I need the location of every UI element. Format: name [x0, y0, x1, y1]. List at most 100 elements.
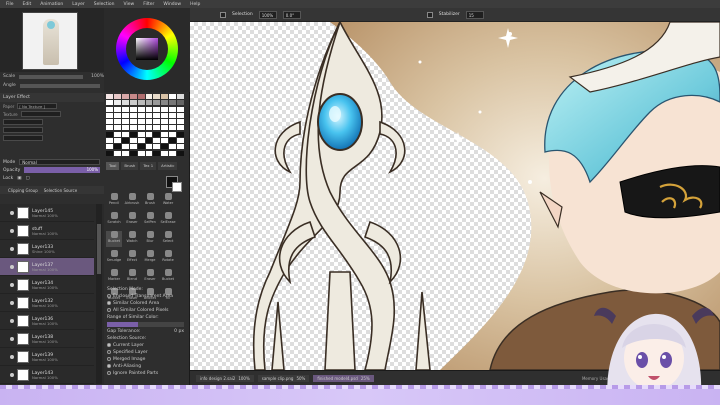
color-swatch[interactable]	[106, 125, 113, 131]
color-swatch[interactable]	[129, 119, 137, 125]
color-swatch[interactable]	[169, 94, 177, 99]
file-tab-1[interactable]: info design 2.sai2 100%	[196, 374, 254, 382]
color-swatches[interactable]	[106, 94, 184, 156]
tab-brush[interactable]: Brush	[121, 162, 139, 170]
layer-row[interactable]: Layer134 Normal 100%	[0, 276, 94, 294]
mode-option-similar[interactable]: Similar Colored Area	[106, 300, 188, 307]
color-swatch[interactable]	[161, 131, 169, 137]
tab-tool[interactable]: Tool	[106, 162, 120, 170]
color-swatch[interactable]	[121, 94, 129, 99]
menu-filter[interactable]: Filter	[143, 2, 154, 7]
color-swatch[interactable]	[106, 106, 113, 112]
color-swatch[interactable]	[137, 106, 145, 112]
tool-button[interactable]: Rotate	[160, 250, 176, 266]
selection-source-toggle[interactable]: Selection Source	[44, 188, 77, 193]
color-swatch[interactable]	[177, 94, 184, 99]
color-swatch[interactable]	[169, 131, 177, 137]
scale-slider[interactable]	[19, 74, 84, 79]
tool-button[interactable]: Brush	[142, 193, 158, 209]
color-swatch[interactable]	[106, 100, 113, 106]
color-swatch[interactable]	[121, 100, 129, 106]
tool-button[interactable]: Water	[160, 193, 176, 209]
color-swatch[interactable]	[169, 112, 177, 118]
tool-button[interactable]: Marker	[106, 269, 122, 285]
background-color[interactable]	[172, 182, 182, 192]
color-swatch[interactable]	[177, 125, 184, 131]
eye-icon[interactable]	[10, 354, 14, 359]
color-swatch[interactable]	[145, 119, 153, 125]
effect-field-4[interactable]	[3, 135, 43, 141]
color-swatch[interactable]	[137, 138, 145, 144]
color-swatch[interactable]	[161, 100, 169, 106]
menu-edit[interactable]: Edit	[23, 2, 32, 7]
color-swatch[interactable]	[113, 144, 121, 150]
color-swatch[interactable]	[137, 100, 145, 106]
color-swatch[interactable]	[153, 138, 161, 144]
color-swatch[interactable]	[129, 106, 137, 112]
color-swatch[interactable]	[129, 94, 137, 99]
file-tab-3[interactable]: finished model4.psd 25%	[313, 374, 374, 382]
color-swatch[interactable]	[145, 144, 153, 150]
color-swatch[interactable]	[137, 119, 145, 125]
color-swatch[interactable]	[169, 144, 177, 150]
color-swatch[interactable]	[137, 112, 145, 118]
color-swatch[interactable]	[106, 144, 113, 150]
color-swatch[interactable]	[153, 94, 161, 99]
color-swatch[interactable]	[129, 138, 137, 144]
color-swatch[interactable]	[161, 138, 169, 144]
menu-animation[interactable]: Animation	[40, 2, 63, 7]
color-swatch[interactable]	[177, 144, 184, 150]
color-swatch[interactable]	[153, 100, 161, 106]
clipping-group-toggle[interactable]: Clipping Group	[8, 188, 38, 193]
tool-button[interactable]: Bucket	[106, 231, 122, 247]
color-swatch[interactable]	[145, 131, 153, 137]
color-swatch[interactable]	[161, 150, 169, 156]
color-swatch[interactable]	[161, 106, 169, 112]
color-swatch[interactable]	[145, 112, 153, 118]
color-swatch[interactable]	[169, 119, 177, 125]
color-swatch[interactable]	[113, 112, 121, 118]
color-swatch[interactable]	[137, 131, 145, 137]
paper-select[interactable]: [ No Texture ]	[17, 103, 58, 109]
stabilizer-toggle[interactable]	[426, 11, 433, 18]
tool-button[interactable]: Scratch	[106, 212, 122, 228]
tool-button[interactable]: Effect	[124, 250, 140, 266]
color-swatch[interactable]	[106, 131, 113, 137]
color-swatch[interactable]	[113, 131, 121, 137]
color-swatch[interactable]	[177, 150, 184, 156]
texture-select[interactable]	[20, 111, 61, 117]
layer-row[interactable]: Layer139 Normal 100%	[0, 348, 94, 366]
color-swatch[interactable]	[177, 138, 184, 144]
eye-icon[interactable]	[10, 228, 14, 233]
color-swatch[interactable]	[121, 150, 129, 156]
tool-button[interactable]: Bucket	[160, 269, 176, 285]
tab-tex1[interactable]: Tex 1	[140, 162, 157, 170]
color-swatch[interactable]	[129, 100, 137, 106]
color-swatch[interactable]	[177, 106, 184, 112]
selection-toggle[interactable]	[220, 11, 226, 18]
mode-option-all-similar[interactable]: All Similar Colored Pixels	[106, 307, 188, 314]
menu-view[interactable]: View	[124, 2, 135, 7]
color-swatch[interactable]	[137, 150, 145, 156]
color-swatch[interactable]	[169, 106, 177, 112]
navigator-thumbnail[interactable]	[22, 12, 78, 70]
opacity-slider[interactable]: 100%	[24, 167, 100, 173]
effect-field-2[interactable]	[3, 119, 43, 125]
ignore-painted-row[interactable]: Ignore Painted Parts	[106, 370, 188, 377]
color-swatch[interactable]	[145, 138, 153, 144]
layer-scrollbar[interactable]	[96, 204, 102, 384]
source-current[interactable]: Current Layer	[106, 342, 188, 349]
lock-icon[interactable]: ▣	[17, 176, 21, 181]
eye-icon[interactable]	[10, 336, 14, 341]
color-swatch[interactable]	[145, 125, 153, 131]
layer-row[interactable]: stuff Normal 100%	[0, 222, 94, 240]
layer-row[interactable]: Layer133 Shine 100%	[0, 240, 94, 258]
color-swatch[interactable]	[113, 125, 121, 131]
color-swatch[interactable]	[177, 100, 184, 106]
tool-button[interactable]: Eraser	[124, 212, 140, 228]
source-merged[interactable]: Merged Image	[106, 356, 188, 363]
eye-icon[interactable]	[10, 210, 14, 215]
color-swatch[interactable]	[177, 112, 184, 118]
layer-scroll-thumb[interactable]	[97, 224, 101, 274]
menu-help[interactable]: Help	[190, 2, 200, 7]
